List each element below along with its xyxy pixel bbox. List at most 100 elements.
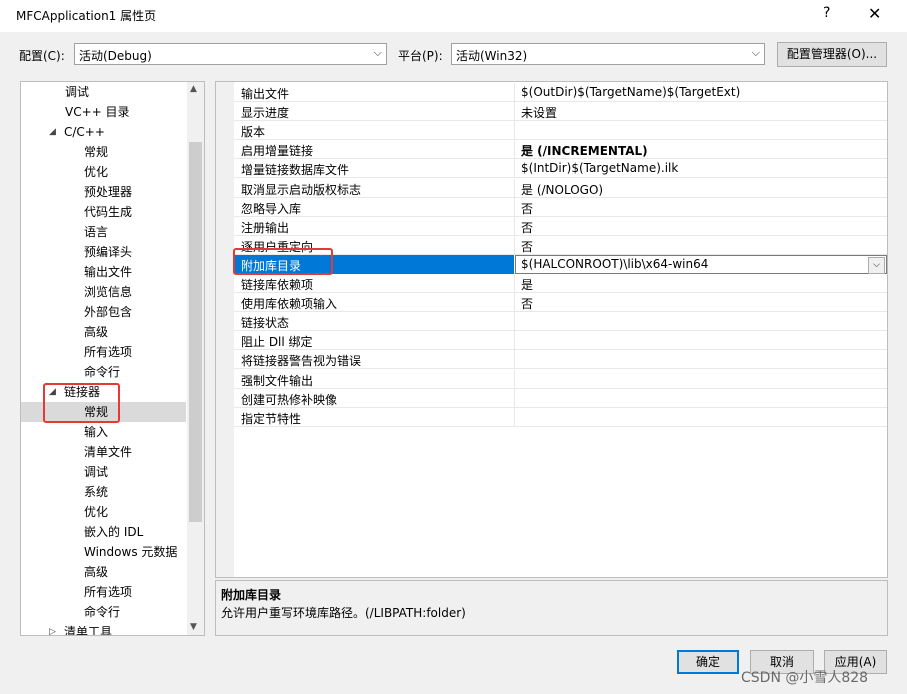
- column-divider: [514, 102, 515, 121]
- property-row[interactable]: 取消显示启动版权标志 是 (/NOLOGO): [234, 178, 887, 198]
- watermark: CSDN @小雪人828: [741, 670, 869, 686]
- highlight-box-linker: [43, 383, 120, 423]
- property-row[interactable]: 指定节特性: [234, 407, 887, 427]
- tree-item[interactable]: 命令行: [84, 602, 120, 622]
- column-divider: [514, 388, 515, 407]
- property-value: $(IntDir)$(TargetName).ilk: [521, 161, 679, 176]
- property-row[interactable]: 强制文件输出: [234, 369, 887, 389]
- tree-item[interactable]: 命令行: [84, 362, 120, 382]
- property-row[interactable]: 将链接器警告视为错误: [234, 350, 887, 370]
- property-value: 否: [521, 297, 534, 312]
- column-divider: [514, 216, 515, 235]
- window-title: MFCApplication1 属性页: [16, 9, 157, 23]
- property-row[interactable]: 创建可热修补映像: [234, 388, 887, 408]
- property-name: 版本: [241, 125, 266, 140]
- tree-item[interactable]: 优化: [84, 502, 108, 522]
- highlight-box-property: [233, 248, 333, 275]
- property-name: 使用库依赖项输入: [241, 297, 338, 312]
- tree-item[interactable]: 预处理器: [84, 182, 132, 202]
- column-divider: [514, 350, 515, 369]
- property-row[interactable]: 版本: [234, 121, 887, 141]
- tree-item[interactable]: C/C++: [64, 122, 105, 142]
- ok-button[interactable]: 确定: [677, 650, 739, 674]
- collapse-icon[interactable]: ◢: [49, 127, 56, 137]
- column-divider: [514, 312, 515, 331]
- chevron-down-icon[interactable]: ⌵: [868, 256, 885, 274]
- tree-item[interactable]: 所有选项: [84, 342, 132, 362]
- tree-item[interactable]: 调试: [65, 82, 89, 102]
- property-row[interactable]: 使用库依赖项输入 否: [234, 293, 887, 313]
- chevron-down-icon: ⌵: [751, 46, 760, 59]
- tree-item[interactable]: 浏览信息: [84, 282, 132, 302]
- property-name: 创建可热修补映像: [241, 392, 338, 407]
- property-name: 忽略导入库: [241, 201, 302, 216]
- column-divider: [514, 140, 515, 159]
- property-row[interactable]: 输出文件 $(OutDir)$(TargetName)$(TargetExt): [234, 83, 887, 102]
- column-divider: [514, 159, 515, 178]
- property-value: $(OutDir)$(TargetName)$(TargetExt): [521, 85, 741, 99]
- config-dropdown[interactable]: 活动(Debug) ⌵: [74, 43, 387, 65]
- property-name: 将链接器警告视为错误: [241, 354, 362, 369]
- tree-item[interactable]: 代码生成: [84, 202, 132, 222]
- column-divider: [514, 178, 515, 197]
- tree-item[interactable]: VC++ 目录: [65, 102, 130, 122]
- tree-item[interactable]: 输入: [84, 422, 108, 442]
- column-divider: [514, 197, 515, 216]
- property-value: 是 (/NOLOGO): [521, 182, 604, 197]
- property-name: 增量链接数据库文件: [241, 163, 350, 178]
- tree-item[interactable]: 系统: [84, 482, 108, 502]
- tree-item[interactable]: 所有选项: [84, 582, 132, 602]
- close-button[interactable]: ✕: [868, 4, 881, 23]
- property-row[interactable]: 启用增量链接 是 (/INCREMENTAL): [234, 140, 887, 160]
- platform-label: 平台(P):: [398, 49, 443, 63]
- property-row[interactable]: 注册输出 否: [234, 216, 887, 236]
- tree-scrollbar[interactable]: ▲ ▼: [187, 82, 204, 635]
- property-value: 是 (/INCREMENTAL): [521, 144, 648, 159]
- tree-item[interactable]: 高级: [84, 562, 108, 582]
- property-name: 链接状态: [241, 316, 290, 331]
- property-name: 阻止 Dll 绑定: [241, 335, 313, 350]
- column-divider: [514, 331, 515, 350]
- property-name: 注册输出: [241, 220, 290, 235]
- category-tree[interactable]: 调试 VC++ 目录 ◢ C/C++ 常规 优化 预处理器 代码生成 语言 预编译头 输出文件 浏览信…: [20, 81, 205, 636]
- tree-item[interactable]: 高级: [84, 322, 108, 342]
- property-row[interactable]: 增量链接数据库文件 $(IntDir)$(TargetName).ilk: [234, 159, 887, 179]
- tree-item[interactable]: 常规: [84, 142, 108, 162]
- tree-item[interactable]: Windows 元数据: [84, 542, 177, 562]
- config-manager-button[interactable]: 配置管理器(O)...: [777, 42, 887, 67]
- config-label: 配置(C):: [19, 49, 65, 63]
- property-row[interactable]: 链接状态: [234, 312, 887, 332]
- expand-icon[interactable]: ▷: [49, 627, 56, 635]
- tree-item[interactable]: 清单工具: [64, 622, 112, 635]
- scroll-thumb[interactable]: [189, 142, 202, 522]
- help-button[interactable]: ?: [823, 5, 839, 21]
- tree-item[interactable]: 嵌入的 IDL: [84, 522, 143, 542]
- chevron-down-icon: ⌵: [373, 46, 382, 59]
- grid-gutter: [216, 82, 234, 577]
- column-divider: [514, 293, 515, 312]
- tree-item[interactable]: 语言: [84, 222, 108, 242]
- scroll-up-icon[interactable]: ▲: [190, 84, 197, 94]
- property-name: 显示进度: [241, 106, 290, 121]
- column-divider: [514, 121, 515, 140]
- platform-dropdown[interactable]: 活动(Win32) ⌵: [451, 43, 765, 65]
- tree-item[interactable]: 调试: [84, 462, 108, 482]
- property-name: 启用增量链接: [241, 144, 314, 159]
- tree-item[interactable]: 外部包含: [84, 302, 132, 322]
- property-row[interactable]: 显示进度 未设置: [234, 102, 887, 122]
- property-row[interactable]: 忽略导入库 否: [234, 197, 887, 217]
- property-row[interactable]: 阻止 Dll 绑定: [234, 331, 887, 351]
- tree-item[interactable]: 优化: [84, 162, 108, 182]
- tree-item[interactable]: 预编译头: [84, 242, 132, 262]
- property-name: 链接库依赖项: [241, 278, 314, 292]
- property-row[interactable]: 链接库依赖项 是: [234, 274, 887, 293]
- column-divider: [514, 83, 515, 101]
- tree-item[interactable]: 输出文件: [84, 262, 132, 282]
- property-grid[interactable]: 输出文件 $(OutDir)$(TargetName)$(TargetExt) 显示…: [215, 81, 888, 578]
- scroll-down-icon[interactable]: ▼: [190, 622, 197, 632]
- config-value: 活动(Debug): [79, 49, 152, 63]
- property-name: 指定节特性: [241, 411, 302, 426]
- property-value: 否: [521, 220, 534, 235]
- tree-item[interactable]: 清单文件: [84, 442, 132, 462]
- property-name: 取消显示启动版权标志: [241, 182, 362, 197]
